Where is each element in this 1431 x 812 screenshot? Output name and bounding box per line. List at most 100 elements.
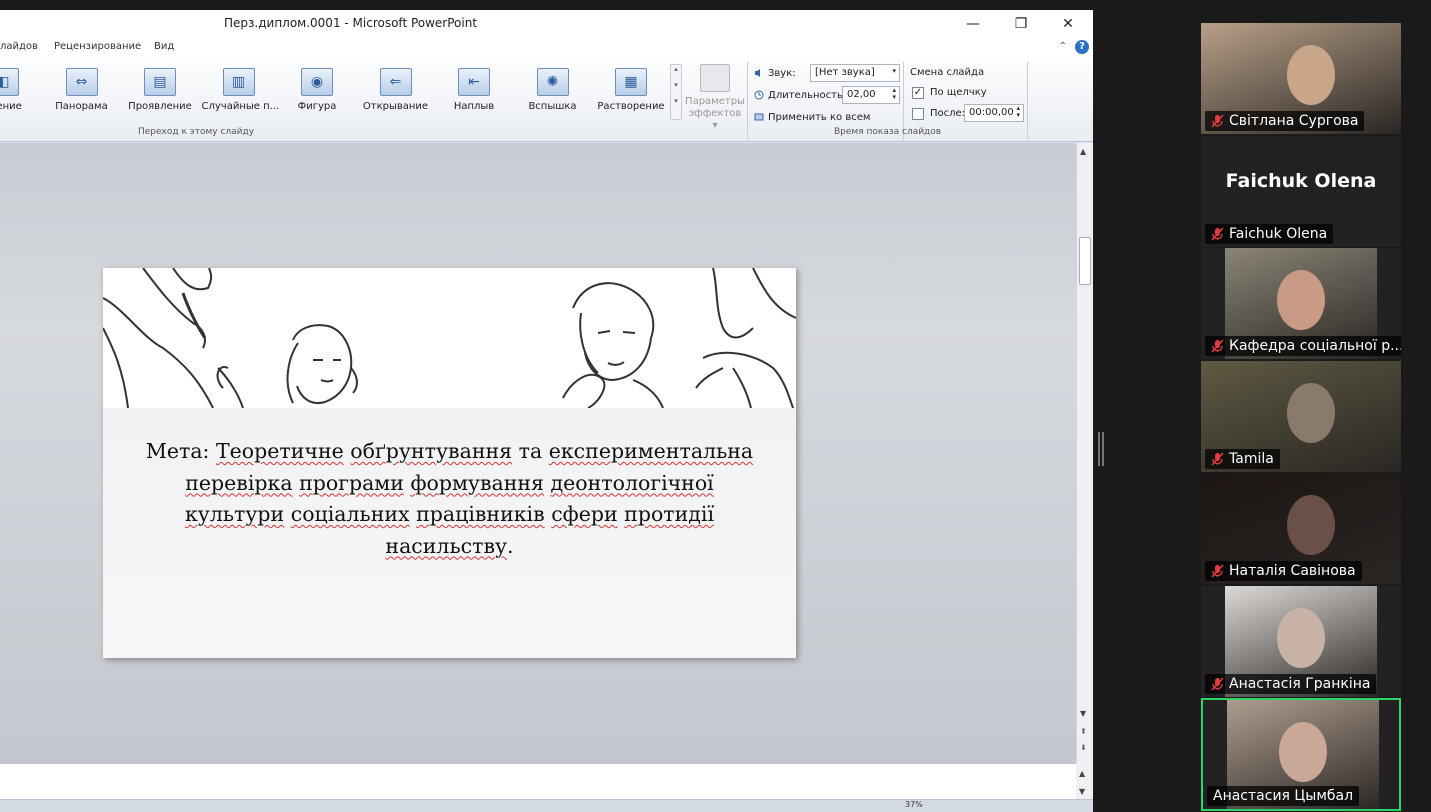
effect-options-button[interactable]: Параметры эффектов ▾ bbox=[685, 64, 745, 132]
check-icon: ✓ bbox=[913, 87, 923, 98]
after-label: После: bbox=[930, 108, 966, 119]
participant-tile[interactable]: Tamila bbox=[1201, 361, 1401, 472]
close-button[interactable]: ✕ bbox=[1045, 13, 1091, 35]
muted-mic-icon bbox=[1211, 339, 1224, 353]
spinner-arrows-icon[interactable]: ▴ ▾ bbox=[1016, 105, 1020, 119]
gallery-scroll[interactable]: ▴ ▾ ▾ bbox=[670, 64, 682, 120]
spinner-arrows-icon[interactable]: ▴ ▾ bbox=[892, 87, 896, 101]
powerpoint-window: Перз.диплом.0001 - Microsoft PowerPoint … bbox=[0, 10, 1093, 812]
participant-face bbox=[1277, 608, 1325, 668]
minimize-ribbon-icon[interactable]: ⌃ bbox=[1059, 41, 1067, 52]
notes-scroll-down-icon[interactable]: ▼ bbox=[1079, 787, 1085, 796]
minimize-button[interactable]: — bbox=[950, 13, 996, 35]
tab-slideshow[interactable]: лайдов bbox=[0, 41, 38, 52]
on-click-checkbox[interactable]: ✓ bbox=[912, 87, 924, 99]
apply-all-label: Применить ко всем bbox=[768, 112, 871, 123]
muted-mic-icon bbox=[1211, 227, 1224, 241]
tab-review[interactable]: Рецензирование bbox=[54, 41, 141, 52]
clock-icon bbox=[754, 90, 764, 100]
goal-word: формування bbox=[410, 470, 544, 495]
chevron-down-icon: ▾ bbox=[892, 67, 896, 75]
scroll-down-icon[interactable]: ▼ bbox=[1080, 709, 1086, 718]
participant-tile[interactable]: Наталія Савінова bbox=[1201, 473, 1401, 584]
transition-button[interactable]: ⇤ Наплыв bbox=[437, 64, 511, 120]
transition-button[interactable]: ▤ Проявление bbox=[123, 64, 197, 120]
goal-word: програми bbox=[299, 470, 404, 495]
goal-word: перевірка bbox=[185, 470, 293, 495]
participant-name: Анастасія Гранкіна bbox=[1229, 676, 1371, 692]
participant-tile[interactable]: Анастасія Гранкіна bbox=[1201, 586, 1401, 697]
pan-icon: ⇔ bbox=[65, 68, 98, 96]
participant-name-bar: Наталія Савінова bbox=[1205, 561, 1362, 581]
sound-select[interactable]: [Нет звука] ▾ bbox=[810, 64, 900, 82]
uncover-icon: ⇐ bbox=[379, 68, 412, 96]
goal-word: експериментальна bbox=[548, 439, 754, 463]
random-bars-icon: ▥ bbox=[222, 68, 255, 96]
participant-tile[interactable]: Faichuk Olena Faichuk Olena bbox=[1201, 136, 1401, 247]
scroll-up-icon[interactable]: ▲ bbox=[1080, 147, 1086, 156]
muted-mic-icon bbox=[1211, 452, 1224, 466]
transition-button[interactable]: ✺ Вспышка bbox=[516, 64, 590, 120]
notes-pane[interactable] bbox=[0, 763, 1076, 799]
participant-tile[interactable]: Анастасия Цымбал bbox=[1201, 698, 1401, 811]
restore-button[interactable]: ❐ bbox=[998, 13, 1044, 35]
transition-label: вление bbox=[0, 101, 22, 112]
goal-word: сфери bbox=[551, 502, 618, 526]
next-slide-icon[interactable]: ⇟ bbox=[1080, 743, 1087, 752]
goal-text: Теоретичне обґрунтування та експеримента… bbox=[185, 439, 753, 558]
transition-label: Вспышка bbox=[528, 101, 577, 112]
notes-scroll-up-icon[interactable]: ▲ bbox=[1079, 769, 1085, 778]
participant-name-bar: Faichuk Olena bbox=[1205, 224, 1334, 244]
muted-mic-icon bbox=[1211, 564, 1224, 578]
group-label-timing: Время показа слайдов bbox=[834, 127, 942, 137]
participant-name: Faichuk Olena bbox=[1229, 226, 1328, 242]
slide[interactable]: Мета: Теоретичне обґрунтування та експер… bbox=[103, 268, 796, 658]
participant-tile[interactable]: Світлана Сургова bbox=[1201, 23, 1401, 134]
advance-title: Смена слайда bbox=[910, 67, 985, 78]
after-time-spinner[interactable]: 00:00,00 ▴ ▾ bbox=[964, 104, 1024, 122]
transition-button[interactable]: ◧ вление bbox=[0, 64, 40, 120]
transition-button[interactable]: ⇐ Открывание bbox=[359, 64, 433, 120]
transition-button[interactable]: ◉ Фигура bbox=[280, 64, 354, 120]
after-checkbox[interactable] bbox=[912, 108, 924, 120]
transition-icon: ◧ bbox=[0, 68, 19, 96]
goal-word: працівників bbox=[416, 502, 545, 526]
goal-word: обґрунтування bbox=[350, 439, 513, 463]
participant-face bbox=[1287, 45, 1335, 105]
participant-name: Tamila bbox=[1229, 451, 1274, 467]
help-icon[interactable]: ? bbox=[1075, 40, 1089, 54]
status-bar: 37% bbox=[0, 799, 1093, 812]
split-handle[interactable] bbox=[1098, 432, 1104, 466]
shape-icon: ◉ bbox=[301, 68, 333, 96]
slide-goal-text[interactable]: Мета: Теоретичне обґрунтування та експер… bbox=[143, 436, 756, 562]
group-label-transition: Переход к этому слайду bbox=[138, 127, 255, 137]
participant-name: Анастасия Цымбал bbox=[1213, 788, 1354, 804]
dissolve-icon: ▦ bbox=[615, 68, 647, 96]
previous-slide-icon[interactable]: ⇞ bbox=[1080, 727, 1087, 736]
participant-name-bar: Анастасія Гранкіна bbox=[1205, 674, 1377, 694]
transition-button[interactable]: ▥ Случайные п... bbox=[202, 64, 279, 120]
transition-button[interactable]: ▦ Растворение bbox=[594, 64, 668, 120]
scroll-thumb[interactable] bbox=[1079, 237, 1091, 285]
transition-label: Панорама bbox=[55, 101, 108, 112]
duration-label-row: Длительность: bbox=[754, 90, 846, 101]
sound-value: [Нет звука] bbox=[815, 67, 875, 78]
slide-editor[interactable]: Мета: Теоретичне обґрунтування та експер… bbox=[0, 143, 1076, 763]
zoom-level[interactable]: 37% bbox=[905, 800, 923, 809]
participant-big-name: Faichuk Olena bbox=[1225, 170, 1377, 192]
transition-label: Фигура bbox=[297, 101, 337, 112]
goal-word: деонтологічної bbox=[550, 470, 714, 495]
apply-all-button[interactable]: Применить ко всем bbox=[754, 112, 870, 123]
goal-label: Мета: bbox=[145, 439, 210, 463]
notes-scrollbar[interactable]: ▲ ▼ bbox=[1076, 763, 1093, 799]
transition-button[interactable]: ⇔ Панорама bbox=[45, 64, 119, 120]
duration-spinner[interactable]: 02,00 ▴ ▾ bbox=[842, 86, 900, 104]
vertical-scrollbar[interactable]: ▲ ▼ ⇞ ⇟ bbox=[1076, 143, 1093, 763]
transition-label: Проявление bbox=[128, 101, 192, 112]
ribbon: ◧ вление ⇔ Панорама ▤ Проявление ▥ Случайные п.… bbox=[0, 58, 1093, 142]
apply-all-icon bbox=[754, 113, 764, 121]
tab-view[interactable]: Вид bbox=[154, 41, 174, 52]
slide-illustration bbox=[103, 268, 796, 409]
participant-tile[interactable]: Кафедра соціальної р... bbox=[1201, 248, 1401, 359]
effect-options-label: Параметры bbox=[685, 96, 745, 107]
